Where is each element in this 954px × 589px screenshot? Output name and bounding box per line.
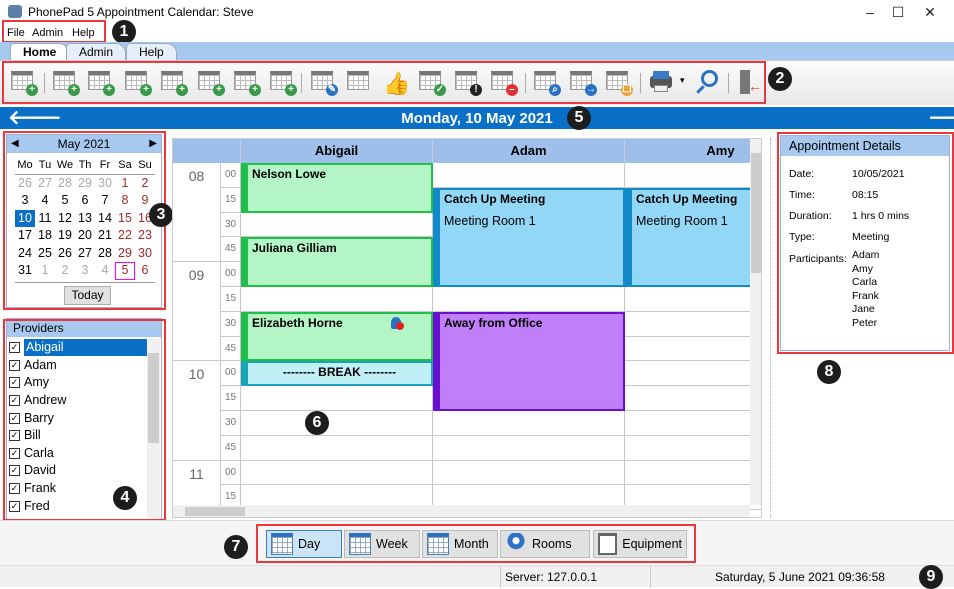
time-slot[interactable]: [625, 287, 761, 312]
appointment-client[interactable]: Nelson Lowe: [241, 163, 433, 213]
current-date: Monday, 10 May 2021: [401, 110, 553, 127]
hour-label: 10: [173, 361, 221, 461]
appointment-location: Meeting Room 1: [636, 213, 728, 228]
appointment-location: Meeting Room 1: [444, 213, 536, 228]
appointment-title: Away from Office: [444, 315, 543, 330]
grid-corner: [173, 139, 241, 163]
minute-label: 45: [221, 336, 241, 362]
appointment-title: Catch Up Meeting: [636, 191, 738, 206]
appointment-title: Juliana Gilliam: [252, 241, 337, 256]
tab-home[interactable]: Home: [10, 43, 70, 60]
scroll-thumb[interactable]: [751, 153, 761, 273]
callout-2: 2: [768, 67, 792, 91]
status-divider: [650, 566, 651, 588]
tab-admin[interactable]: Admin: [66, 43, 127, 60]
menu-bar: File Admin Help: [0, 24, 954, 42]
minute-label: 30: [221, 411, 241, 436]
column-header-adam[interactable]: Adam: [433, 139, 625, 163]
time-slot[interactable]: [241, 212, 433, 238]
hour-label: 09: [173, 262, 221, 362]
time-slot[interactable]: [625, 436, 761, 461]
time-slot[interactable]: [433, 411, 625, 436]
current-datetime: Saturday, 5 June 2021 09:36:58: [715, 570, 885, 584]
minute-label: 15: [221, 287, 241, 312]
time-slot[interactable]: [433, 163, 625, 188]
appointment-break[interactable]: -------- BREAK --------: [241, 361, 433, 387]
client-alert-icon: [391, 316, 404, 330]
minute-label: 30: [221, 311, 241, 337]
status-bar: Server: 127.0.0.1 Saturday, 5 June 2021 …: [0, 565, 954, 589]
appointment-away[interactable]: Away from Office: [433, 311, 625, 411]
appointment-title: -------- BREAK --------: [282, 365, 397, 380]
callout-5: 5: [567, 106, 591, 130]
time-slot[interactable]: [625, 163, 761, 188]
callout-box-2: [2, 61, 766, 104]
tab-help[interactable]: Help: [126, 43, 177, 60]
maximize-button[interactable]: ☐: [883, 2, 913, 22]
minute-label: 00: [221, 460, 241, 486]
grid-horizontal-scrollbar[interactable]: [173, 505, 750, 517]
server-status: Server: 127.0.0.1: [505, 570, 598, 584]
callout-1: 1: [112, 20, 136, 44]
time-slot[interactable]: [625, 386, 761, 411]
next-day-button[interactable]: 🡒: [928, 107, 954, 129]
time-slot[interactable]: [241, 460, 433, 486]
grid-vertical-scrollbar[interactable]: [750, 139, 761, 505]
time-slot[interactable]: [625, 411, 761, 436]
appointment-meeting[interactable]: Catch Up Meeting Meeting Room 1: [433, 187, 625, 287]
minute-label: 15: [221, 187, 241, 213]
column-header-amy[interactable]: Amy: [625, 139, 761, 163]
hour-label: 08: [173, 163, 221, 263]
minute-label: 30: [221, 212, 241, 238]
appointment-meeting[interactable]: Catch Up Meeting Meeting Room 1: [625, 187, 761, 287]
column-header-abigail[interactable]: Abigail: [241, 139, 433, 163]
window-title: PhonePad 5 Appointment Calendar: Steve: [28, 5, 254, 19]
splitter[interactable]: [770, 138, 776, 518]
minute-label: 45: [221, 435, 241, 461]
time-slot[interactable]: [625, 361, 761, 387]
callout-6: 6: [305, 411, 329, 435]
callout-box-8: [777, 132, 954, 354]
ribbon-tabs: Home Admin Help: [0, 42, 954, 60]
time-slot[interactable]: [625, 337, 761, 362]
app-icon: [8, 5, 22, 18]
date-navigation-bar: 🡐 Monday, 10 May 2021 🡒 5: [0, 106, 954, 130]
minute-label: 00: [221, 262, 241, 287]
callout-box-1: [2, 20, 106, 43]
status-divider: [500, 566, 501, 588]
appointment-client[interactable]: Juliana Gilliam: [241, 237, 433, 287]
callout-4: 4: [113, 486, 137, 510]
time-slot[interactable]: [625, 461, 761, 486]
time-slot[interactable]: [241, 287, 433, 312]
time-slot[interactable]: [241, 411, 433, 436]
time-slot[interactable]: [433, 435, 625, 461]
appointment-title: Catch Up Meeting: [444, 191, 546, 206]
callout-8: 8: [817, 360, 841, 384]
minute-label: 15: [221, 386, 241, 411]
close-button[interactable]: ✕: [915, 2, 945, 22]
time-slot[interactable]: [241, 386, 433, 411]
callout-box-4: [3, 319, 166, 521]
callout-box-3: [3, 131, 166, 310]
minute-label: 45: [221, 237, 241, 263]
day-schedule-grid: Abigail Adam Amy 08 00 15 30 45 09 00 15 30 45 10 00 15…: [172, 138, 762, 518]
appointment-title: Nelson Lowe: [252, 167, 327, 181]
callout-9: 9: [919, 565, 943, 589]
title-bar: PhonePad 5 Appointment Calendar: Steve –…: [0, 0, 954, 24]
callout-3: 3: [149, 203, 173, 227]
minimize-button[interactable]: –: [855, 2, 885, 22]
time-slot[interactable]: [433, 287, 625, 312]
time-slot[interactable]: [433, 460, 625, 486]
callout-box-7: [256, 524, 696, 563]
scroll-thumb[interactable]: [185, 507, 245, 516]
time-slot[interactable]: [241, 435, 433, 461]
minute-label: 00: [221, 163, 241, 188]
appointment-client[interactable]: Elizabeth Horne: [241, 311, 433, 362]
minute-label: 00: [221, 361, 241, 387]
callout-7: 7: [224, 535, 248, 559]
time-slot[interactable]: [625, 312, 761, 337]
